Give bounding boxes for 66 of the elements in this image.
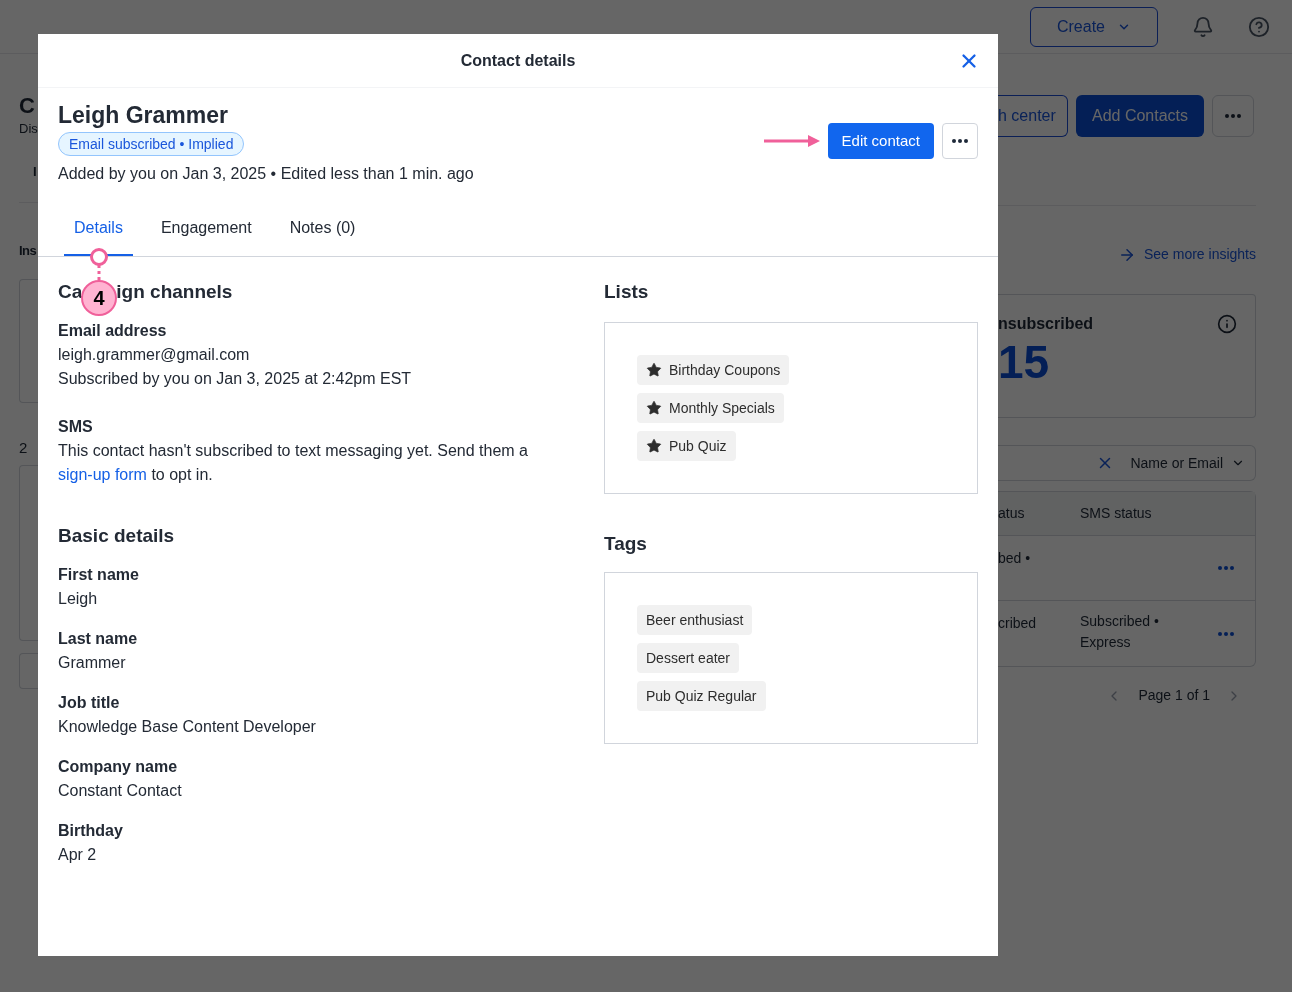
row-actions-icon bbox=[1218, 631, 1234, 636]
list-chip: Monthly Specials bbox=[637, 393, 784, 423]
list-chip: Pub Quiz bbox=[637, 431, 736, 461]
tab[interactable]: Engagement bbox=[150, 211, 262, 256]
add-contacts-button[interactable]: Add Contacts bbox=[1076, 95, 1204, 137]
field-label: Job title bbox=[58, 693, 121, 713]
page-subtitle: Dis bbox=[19, 120, 38, 138]
status-badge: Email subscribed • Implied bbox=[58, 132, 245, 156]
field-label: Last name bbox=[58, 629, 139, 649]
edit-contact-button[interactable]: Edit contact bbox=[827, 123, 934, 159]
section-heading: Basic details bbox=[58, 524, 176, 548]
tag-chip: Beer enthusiast bbox=[637, 605, 753, 635]
more-icon bbox=[952, 139, 968, 143]
pagination-label: Page 1 of 1 bbox=[1138, 686, 1210, 705]
field-label: First name bbox=[58, 565, 140, 585]
create-button[interactable]: Create bbox=[1030, 6, 1158, 47]
search-field[interactable]: Name or Email bbox=[998, 445, 1256, 481]
step-number: 4 bbox=[81, 280, 117, 316]
table-cell-text: bed • bbox=[998, 549, 1032, 568]
pointer-arrow bbox=[763, 135, 820, 147]
card-value: 15 bbox=[998, 336, 1051, 388]
list-chip: Birthday Coupons bbox=[637, 355, 790, 385]
tab[interactable]: Notes (0) bbox=[279, 211, 366, 256]
help-icon[interactable] bbox=[1248, 15, 1270, 38]
field-value: Leigh bbox=[58, 589, 99, 609]
search-filter-dropdown[interactable]: Name or Email bbox=[1130, 452, 1245, 474]
field-label: SMS bbox=[58, 417, 94, 437]
card-label: nsubscribed bbox=[998, 314, 1094, 334]
star-icon bbox=[646, 362, 662, 378]
field-value: Subscribed by you on Jan 3, 2025 at 2:42pm EST bbox=[58, 369, 413, 389]
section-heading: Tags bbox=[604, 532, 648, 556]
section-heading: Lists bbox=[604, 280, 650, 304]
field-value: Grammer bbox=[58, 653, 127, 673]
field-value: Knowledge Base Content Developer bbox=[58, 717, 317, 737]
star-icon bbox=[646, 400, 662, 416]
section-heading: Ca bbox=[58, 280, 83, 304]
column-header: SMS status bbox=[1080, 504, 1152, 523]
table-cell-text: Subscribed • Express bbox=[1080, 612, 1160, 652]
row-actions-icon bbox=[1218, 566, 1234, 570]
sms-description: This contact hasn't subscribed to text messaging yet. Send them a sign-up form to opt in. bbox=[58, 441, 529, 485]
table-cell-text: cribed bbox=[998, 614, 1038, 633]
contact-name: Leigh Grammer bbox=[58, 101, 229, 130]
field-label: Email address bbox=[58, 321, 168, 341]
column-header: atus bbox=[998, 504, 1026, 523]
page-title: C bbox=[19, 92, 36, 120]
info-icon[interactable] bbox=[1217, 314, 1237, 334]
tag-chip: Pub Quiz Regular bbox=[637, 681, 766, 711]
field-value: Constant Contact bbox=[58, 781, 183, 801]
leader-line bbox=[90, 248, 108, 280]
bell-icon[interactable] bbox=[1192, 15, 1214, 38]
field-value: Apr 2 bbox=[58, 845, 98, 865]
more-icon bbox=[1225, 114, 1241, 118]
section-heading: ign channels bbox=[116, 280, 233, 304]
tag-chip: Dessert eater bbox=[637, 643, 740, 673]
field-value: leigh.grammer@gmail.com bbox=[58, 345, 251, 365]
contact-meta: Added by you on Jan 3, 2025 • Edited less than 1 min. ago bbox=[58, 164, 474, 184]
contact-count: 2 bbox=[19, 438, 29, 458]
field-label: Birthday bbox=[58, 821, 124, 841]
see-more-insights-link[interactable]: See more insights bbox=[1117, 244, 1256, 265]
field-label: Company name bbox=[58, 757, 179, 777]
sign-up-form-link[interactable]: sign-up form bbox=[58, 466, 147, 483]
tab-label: I bbox=[33, 163, 38, 181]
star-icon bbox=[646, 438, 662, 454]
section-heading: Ins bbox=[19, 242, 38, 260]
dialog-title: Contact details bbox=[460, 50, 576, 71]
more-button[interactable] bbox=[942, 123, 978, 159]
